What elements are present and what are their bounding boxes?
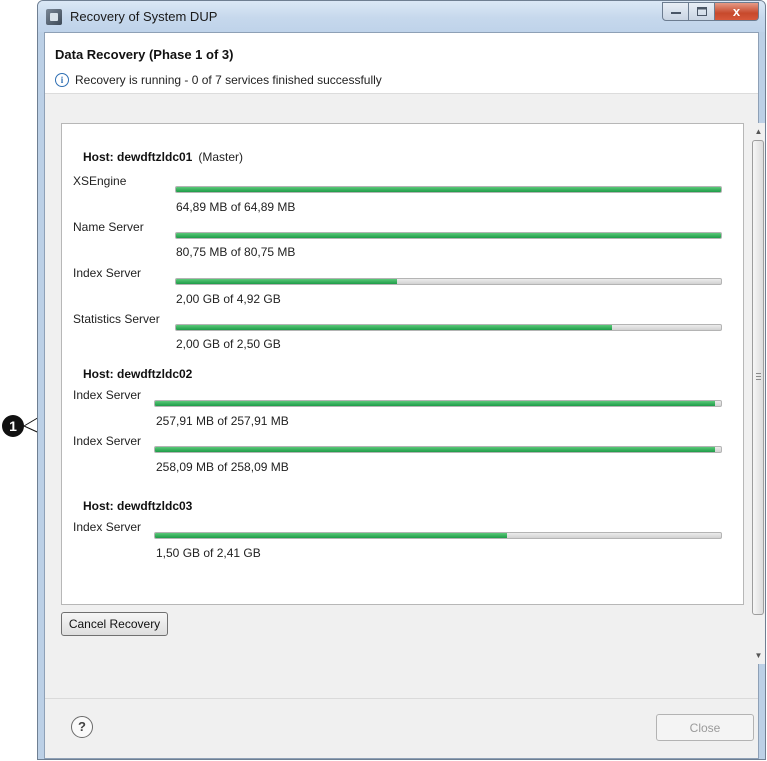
progress-fill [155,401,716,406]
progress-bar [175,324,722,331]
service-name: Index Server [73,388,142,402]
service-amount: 64,89 MB of 64,89 MB [176,200,296,214]
progress-bar [154,400,722,407]
help-icon: ? [78,719,86,734]
service-name: Index Server [73,434,142,448]
progress-fill [155,447,716,452]
progress-fill [176,325,612,330]
service-amount: 1,50 GB of 2,41 GB [156,546,261,560]
host-role: (Master) [198,150,244,164]
info-icon: i [55,73,69,87]
service-amount: 2,00 GB of 4,92 GB [176,292,281,306]
service-amount: 2,00 GB of 2,50 GB [176,337,281,351]
progress-bar [154,446,722,453]
service-name: XSEngine [73,174,127,188]
service-name: Index Server [73,520,142,534]
grip-icon [756,373,761,381]
host-title: Host: dewdftzldc01 (Master) [83,150,243,164]
service-amount: 257,91 MB of 257,91 MB [156,414,289,428]
dialog-client-area: Data Recovery (Phase 1 of 3) i Recovery … [44,32,765,759]
dialog-header: Data Recovery (Phase 1 of 3) i Recovery … [45,33,758,94]
window-title: Recovery of System DUP [70,9,218,24]
maximize-button[interactable] [689,2,715,21]
status-message: i Recovery is running - 0 of 7 services … [55,73,382,87]
progress-fill [176,233,721,238]
close-button[interactable]: Close [656,714,754,741]
services-panel: Host: dewdftzldc01 (Master) XSEngine 64,8… [61,123,744,605]
vertical-scrollbar[interactable]: ▲ ▼ [750,123,765,664]
help-button[interactable]: ? [71,716,93,738]
title-bar[interactable]: Recovery of System DUP x [38,1,765,32]
host-name: Host: dewdftzldc01 [83,150,193,164]
recovery-dialog: Recovery of System DUP x Data Recovery (… [37,0,766,760]
progress-bar [175,186,722,193]
progress-bar [154,532,722,539]
footer-separator [45,698,758,699]
progress-fill [176,187,721,192]
window-close-button[interactable]: x [715,2,759,21]
minimize-button[interactable] [662,2,689,21]
callout-number: 1 [2,415,24,437]
app-icon [46,9,62,25]
service-name: Name Server [73,220,144,234]
service-amount: 80,75 MB of 80,75 MB [176,245,296,259]
scroll-thumb[interactable] [752,140,764,615]
host-title: Host: dewdftzldc03 [83,499,193,513]
scroll-down-arrow-icon[interactable]: ▼ [750,647,765,664]
cancel-recovery-button[interactable]: Cancel Recovery [61,612,168,636]
host-title: Host: dewdftzldc02 [83,367,193,381]
minimize-icon [670,11,681,14]
service-name: Index Server [73,266,142,280]
service-name: Statistics Server [73,312,160,326]
progress-fill [176,279,398,284]
status-text: Recovery is running - 0 of 7 services fi… [75,73,382,87]
progress-bar [175,278,722,285]
scroll-up-arrow-icon[interactable]: ▲ [750,123,765,140]
maximize-icon [696,7,707,16]
page-title: Data Recovery (Phase 1 of 3) [55,47,234,62]
progress-fill [155,533,508,538]
close-icon: x [732,4,741,19]
progress-bar [175,232,722,239]
window-controls: x [662,2,759,21]
service-amount: 258,09 MB of 258,09 MB [156,460,289,474]
